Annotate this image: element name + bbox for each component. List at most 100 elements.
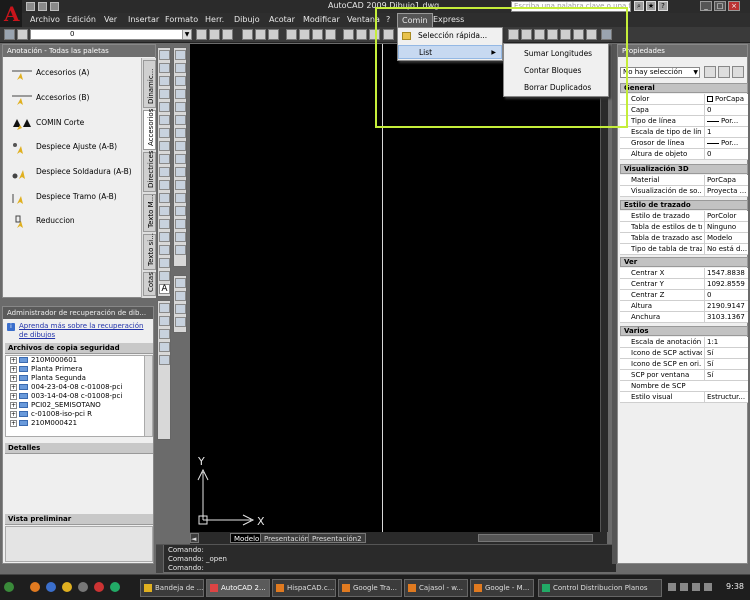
new-file-icon[interactable] xyxy=(242,29,253,40)
layer-state-icon[interactable] xyxy=(17,29,28,40)
move-icon[interactable] xyxy=(175,115,186,125)
menu-edicion[interactable]: Edición xyxy=(67,15,96,24)
hatch-icon[interactable] xyxy=(159,232,170,242)
minimize-button[interactable]: _ xyxy=(700,1,712,11)
menu-formato[interactable]: Formato xyxy=(165,15,198,24)
pan-icon[interactable] xyxy=(508,29,519,40)
expand-icon[interactable]: + xyxy=(10,392,17,400)
menu-item-seleccion-rapida[interactable]: Selección rápida... xyxy=(398,29,502,43)
mirror-icon[interactable] xyxy=(175,76,186,86)
menu-ventana[interactable]: Ventana xyxy=(347,15,380,24)
construction-line-icon[interactable] xyxy=(159,63,170,73)
command-grip[interactable] xyxy=(156,545,164,573)
rectangle-icon[interactable] xyxy=(159,102,170,112)
design-center-icon[interactable] xyxy=(573,29,584,40)
polygon-icon[interactable] xyxy=(159,89,170,99)
menu-acotar[interactable]: Acotar xyxy=(269,15,295,24)
help-toolbar-icon[interactable] xyxy=(601,29,612,40)
chamfer-icon[interactable] xyxy=(175,219,186,229)
menu-item-list[interactable]: List ▶ xyxy=(398,45,502,59)
palette-item[interactable]: Despiece Ajuste (A-B) xyxy=(9,139,139,159)
menu-comin[interactable]: Comin xyxy=(397,13,433,27)
open-file-icon[interactable] xyxy=(255,29,266,40)
property-row[interactable]: Centrar X 1547.8838 xyxy=(620,268,748,279)
scale-icon[interactable] xyxy=(175,141,186,151)
horizontal-scrollbar[interactable] xyxy=(478,534,593,542)
region-icon[interactable] xyxy=(159,258,170,268)
zoom-realtime-icon[interactable] xyxy=(521,29,532,40)
polyline-icon[interactable] xyxy=(159,76,170,86)
fillet-icon[interactable] xyxy=(175,232,186,242)
group-estilo-trazado[interactable]: Estilo de trazado xyxy=(620,200,748,210)
command-line[interactable]: Comando: Comando: _open Comando: xyxy=(156,544,616,573)
make-current-icon[interactable] xyxy=(196,29,207,40)
details-header[interactable]: Detalles xyxy=(5,443,153,454)
attribute-icon[interactable] xyxy=(159,355,170,365)
ellipse-icon[interactable] xyxy=(159,167,170,177)
property-row[interactable]: Tipo de tabla de traz...No está d... xyxy=(620,244,748,255)
list-item[interactable]: + PCI02_SEMISOTANO xyxy=(6,401,152,410)
taskbar-bandeja[interactable]: Bandeja de ... xyxy=(140,579,204,597)
group-general[interactable]: General xyxy=(620,83,748,93)
taskbar-google-m[interactable]: Google - M... xyxy=(470,579,534,597)
list-item[interactable]: + Planta Segunda xyxy=(6,374,152,383)
expand-icon[interactable]: + xyxy=(10,383,17,391)
list-item[interactable]: + Planta Primera xyxy=(6,365,152,374)
menu-help[interactable]: ? xyxy=(386,15,390,24)
expand-icon[interactable]: + xyxy=(10,419,17,427)
close-button[interactable]: × xyxy=(728,1,740,11)
menu-insertar[interactable]: Insertar xyxy=(128,15,159,24)
properties-icon[interactable] xyxy=(560,29,571,40)
group-varios[interactable]: Varios xyxy=(620,326,748,336)
list-item[interactable]: +210M000601 xyxy=(6,356,152,365)
clock[interactable]: 9:38 xyxy=(726,582,744,591)
palette-item[interactable]: Accesorios (A) xyxy=(9,65,139,85)
open-icon[interactable] xyxy=(38,2,47,11)
plot-preview-icon[interactable] xyxy=(299,29,310,40)
draw-order-icon[interactable] xyxy=(159,303,170,313)
folder-quicklaunch-icon[interactable] xyxy=(62,582,72,592)
property-row[interactable]: Anchura 3103.1367 xyxy=(620,312,748,323)
region-mass-icon[interactable] xyxy=(175,304,186,314)
palette-item[interactable]: Despiece Tramo (A-B) xyxy=(9,189,139,209)
ie-icon[interactable] xyxy=(46,582,56,592)
list-scrollbar[interactable] xyxy=(144,356,152,436)
edit-polyline-icon[interactable] xyxy=(159,316,170,326)
extend-icon[interactable] xyxy=(175,180,186,190)
property-row[interactable]: Tipo de línea Por... xyxy=(620,116,748,127)
selection-dropdown[interactable]: No hay selección ▼ xyxy=(620,67,700,78)
property-row[interactable]: Color PorCapa xyxy=(620,94,748,105)
layer-previous-icon[interactable] xyxy=(209,29,220,40)
plot-icon[interactable] xyxy=(286,29,297,40)
select-objects-icon[interactable] xyxy=(718,66,730,78)
property-row[interactable]: Nombre de SCP xyxy=(620,381,748,392)
taskbar-hispacad[interactable]: HispaCAD.c... xyxy=(272,579,336,597)
menu-item-sumar-longitudes[interactable]: Sumar Longitudes xyxy=(504,45,608,62)
property-row[interactable]: Grosor de línea Por... xyxy=(620,138,748,149)
publish-icon[interactable] xyxy=(312,29,323,40)
expand-icon[interactable]: + xyxy=(10,374,17,382)
taskbar-google-tra[interactable]: Google Tra... xyxy=(338,579,402,597)
tab-first-icon[interactable]: ◄ xyxy=(190,533,199,543)
copy-icon[interactable] xyxy=(356,29,367,40)
property-row[interactable]: Centrar Y 1092.8559 xyxy=(620,279,748,290)
property-row[interactable]: Escala de tipo de línea1 xyxy=(620,127,748,138)
menu-item-contar-bloques[interactable]: Contar Bloques xyxy=(504,62,608,79)
acrobat-icon[interactable] xyxy=(94,582,104,592)
point-icon[interactable] xyxy=(159,219,170,229)
property-row[interactable]: Capa 0 xyxy=(620,105,748,116)
property-row[interactable]: Tabla de trazado aso...Modelo xyxy=(620,233,748,244)
tab-cotas[interactable]: Cotas xyxy=(143,272,156,296)
stretch-icon[interactable] xyxy=(175,154,186,164)
revision-cloud-icon[interactable] xyxy=(159,141,170,151)
list-item[interactable]: + c-01008-iso-pci R xyxy=(6,410,152,419)
save-icon[interactable] xyxy=(50,2,59,11)
list-item[interactable]: +003-14-04-08 c-01008-pci xyxy=(6,392,152,401)
taskbar-control-distribucion[interactable]: Control Distribucion Planos xyxy=(538,579,662,597)
area-icon[interactable] xyxy=(175,291,186,301)
menu-modificar[interactable]: Modificar xyxy=(303,15,340,24)
media-icon[interactable] xyxy=(110,582,120,592)
taskbar-autocad[interactable]: AutoCAD 2... xyxy=(206,579,270,597)
ellipse-arc-icon[interactable] xyxy=(159,180,170,190)
property-row[interactable]: Tabla de estilos de tr... Ninguno xyxy=(620,222,748,233)
